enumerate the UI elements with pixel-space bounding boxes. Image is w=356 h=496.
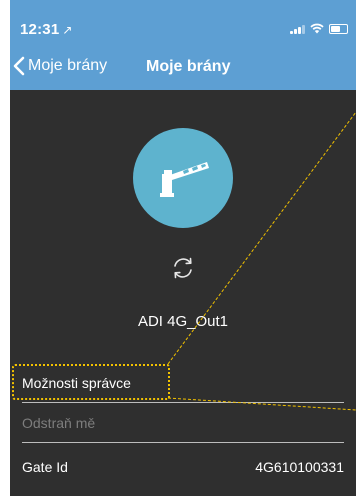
gate-id-row: Gate Id 4G610100331 <box>22 448 344 486</box>
gate-barrier-graphic <box>160 162 209 197</box>
status-bar: 12:31 ↗ <box>10 0 356 44</box>
battery-icon <box>329 23 348 34</box>
status-time-label: 12:31 <box>20 21 60 38</box>
phone-screen: 12:31 ↗ Moje brány Moje brány ADI 4G_Out… <box>10 0 356 496</box>
signal-icon <box>290 24 305 34</box>
location-arrow-icon: ↗ <box>62 23 73 37</box>
status-time: 12:31 ↗ <box>20 21 73 38</box>
admin-options-label: Možnosti správce <box>22 375 131 391</box>
back-button-label: Moje brány <box>28 57 108 74</box>
refresh-icon[interactable] <box>169 254 197 282</box>
gate-barrier-icon[interactable] <box>133 128 233 228</box>
admin-options-row[interactable]: Možnosti správce <box>22 364 344 403</box>
remove-me-row[interactable]: Odstraň mě <box>22 404 344 443</box>
wifi-icon <box>310 23 324 34</box>
page-title: Moje brány <box>146 58 231 75</box>
gate-id-label: Gate Id <box>22 459 68 475</box>
chevron-left-icon <box>13 56 25 76</box>
device-name: ADI 4G_Out1 <box>137 313 229 330</box>
remove-me-label: Odstraň mě <box>22 415 96 431</box>
navigation-bar: Moje brány Moje brány <box>10 44 356 90</box>
status-icons <box>290 23 348 34</box>
gate-id-value: 4G610100331 <box>255 459 344 475</box>
back-button[interactable]: Moje brány <box>13 56 107 76</box>
